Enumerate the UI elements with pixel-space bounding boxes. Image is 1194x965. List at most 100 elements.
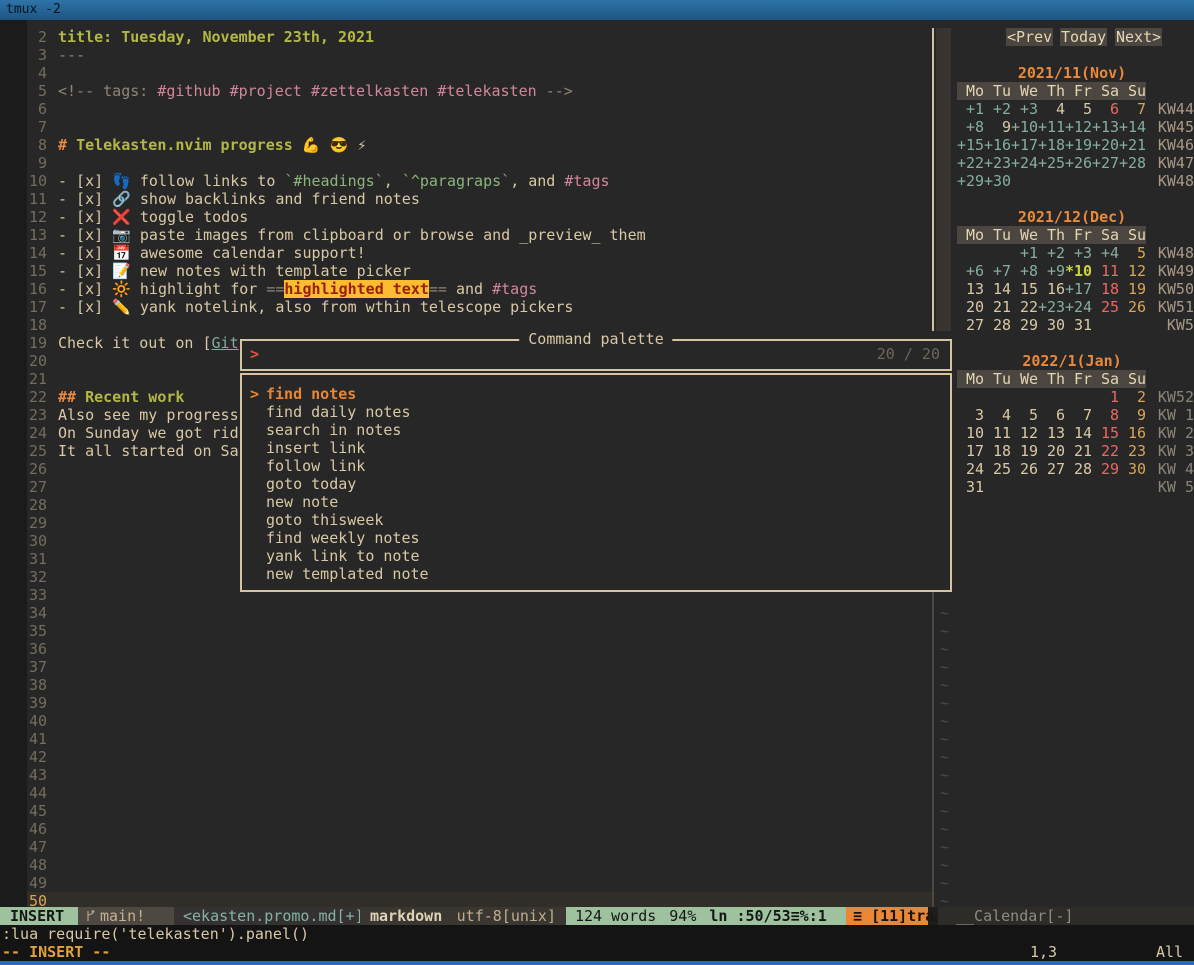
palette-item[interactable]: insert link	[242, 439, 950, 457]
calendar-day[interactable]: 24	[957, 460, 984, 478]
calendar-day[interactable]: +19	[1065, 136, 1092, 154]
calendar-day[interactable]: 31	[957, 478, 984, 496]
today-button[interactable]: Today	[1060, 28, 1107, 46]
calendar-day[interactable]: 18	[984, 442, 1011, 460]
calendar-day[interactable]: 14	[1065, 424, 1092, 442]
editor-line[interactable]: 7	[0, 118, 932, 136]
calendar-day[interactable]: 23	[1119, 442, 1146, 460]
calendar-day[interactable]: +3	[1011, 100, 1038, 118]
palette-item[interactable]: find weekly notes	[242, 529, 950, 547]
editor-line[interactable]: 45	[0, 802, 932, 820]
editor-line[interactable]: 36	[0, 640, 932, 658]
calendar-day[interactable]: 22	[1011, 298, 1038, 316]
palette-item[interactable]: new templated note	[242, 565, 950, 583]
editor-line[interactable]: 16- [x] 🔆 highlight for ==highlighted te…	[0, 280, 932, 298]
palette-item[interactable]: search in notes	[242, 421, 950, 439]
editor-line[interactable]: 43	[0, 766, 932, 784]
calendar-day[interactable]: +12	[1065, 118, 1092, 136]
calendar-day[interactable]: 12	[1119, 262, 1146, 280]
prev-button[interactable]: <Prev	[1006, 28, 1053, 46]
editor-line[interactable]: 13- [x] 📷 paste images from clipboard or…	[0, 226, 932, 244]
palette-item[interactable]: follow link	[242, 457, 950, 475]
editor-line[interactable]: 11- [x] 🔗 show backlinks and friend note…	[0, 190, 932, 208]
editor-line[interactable]: 38	[0, 676, 932, 694]
calendar-day[interactable]: +22	[957, 154, 984, 172]
calendar-day[interactable]: +30	[984, 172, 1011, 190]
editor-line[interactable]: 10- [x] 👣 follow links to `#headings`, `…	[0, 172, 932, 190]
calendar-day[interactable]: +6	[957, 262, 984, 280]
calendar-day[interactable]: 28	[984, 316, 1011, 334]
editor-line[interactable]: 48	[0, 856, 932, 874]
calendar-day[interactable]: *10	[1065, 262, 1092, 280]
palette-item[interactable]: find daily notes	[242, 403, 950, 421]
calendar-day[interactable]: +27	[1092, 154, 1119, 172]
calendar-day[interactable]: 25	[1092, 298, 1119, 316]
calendar-day[interactable]: 18	[1092, 280, 1119, 298]
calendar-day[interactable]: 17	[957, 442, 984, 460]
calendar-day[interactable]: 5	[1065, 100, 1092, 118]
calendar-day[interactable]: +1	[957, 100, 984, 118]
editor-line[interactable]: 44	[0, 784, 932, 802]
calendar-day[interactable]: +14	[1119, 118, 1146, 136]
editor-line[interactable]: 8# Telekasten.nvim progress 💪 😎 ⚡	[0, 136, 932, 154]
calendar-day[interactable]: +26	[1065, 154, 1092, 172]
calendar-day[interactable]: 10	[957, 424, 984, 442]
calendar-day[interactable]: 13	[957, 280, 984, 298]
calendar-day[interactable]: 6	[1038, 406, 1065, 424]
calendar-day[interactable]: +23	[1038, 298, 1065, 316]
next-button[interactable]: Next>	[1115, 28, 1162, 46]
editor-line[interactable]: 15- [x] 📝 new notes with template picker	[0, 262, 932, 280]
calendar-day[interactable]: 4	[984, 406, 1011, 424]
calendar-day[interactable]: 15	[1011, 280, 1038, 298]
calendar-day[interactable]: +29	[957, 172, 984, 190]
calendar-day[interactable]: 25	[984, 460, 1011, 478]
calendar-day[interactable]: 29	[1092, 460, 1119, 478]
calendar-day[interactable]: 22	[1092, 442, 1119, 460]
calendar-day[interactable]: +16	[984, 136, 1011, 154]
calendar-day[interactable]: +13	[1092, 118, 1119, 136]
editor-line[interactable]: 41	[0, 730, 932, 748]
calendar-day[interactable]: 11	[1092, 262, 1119, 280]
editor-line[interactable]: 6	[0, 100, 932, 118]
calendar-day[interactable]: 26	[1119, 298, 1146, 316]
calendar-day[interactable]: 14	[984, 280, 1011, 298]
editor-line[interactable]: 34	[0, 604, 932, 622]
calendar-day[interactable]: 5	[1119, 244, 1146, 262]
editor-line[interactable]: 12- [x] ❌ toggle todos	[0, 208, 932, 226]
editor-line[interactable]: 5<!-- tags: #github #project #zettelkast…	[0, 82, 932, 100]
editor-line[interactable]: 42	[0, 748, 932, 766]
calendar-day[interactable]: 11	[984, 424, 1011, 442]
calendar-day[interactable]: 3	[957, 406, 984, 424]
calendar-day[interactable]: 7	[1119, 100, 1146, 118]
palette-item[interactable]: >find notes	[242, 385, 950, 403]
calendar-day[interactable]: 28	[1065, 460, 1092, 478]
calendar-day[interactable]: 27	[1038, 460, 1065, 478]
calendar-day[interactable]: 20	[957, 298, 984, 316]
calendar-day[interactable]: 12	[1011, 424, 1038, 442]
calendar-day[interactable]: +15	[957, 136, 984, 154]
calendar-day[interactable]: 9	[1119, 406, 1146, 424]
palette-item[interactable]: goto thisweek	[242, 511, 950, 529]
calendar-day[interactable]: +4	[1092, 244, 1119, 262]
calendar-day[interactable]: +24	[1011, 154, 1038, 172]
editor-line[interactable]: 47	[0, 838, 932, 856]
editor-line[interactable]: 37	[0, 658, 932, 676]
calendar-day[interactable]: 1	[1092, 388, 1119, 406]
editor-line[interactable]: 46	[0, 820, 932, 838]
editor-line[interactable]: 17- [x] ✏️ yank notelink, also from wthi…	[0, 298, 932, 316]
calendar-day[interactable]: 4	[1038, 100, 1065, 118]
calendar-day[interactable]: +3	[1065, 244, 1092, 262]
calendar-day[interactable]: +8	[957, 118, 984, 136]
calendar-day[interactable]: 31	[1065, 316, 1092, 334]
calendar-day[interactable]: 6	[1092, 100, 1119, 118]
calendar-day[interactable]: +28	[1119, 154, 1146, 172]
calendar-day[interactable]: +17	[1011, 136, 1038, 154]
calendar-day[interactable]: +8	[1011, 262, 1038, 280]
calendar-day[interactable]: +18	[1038, 136, 1065, 154]
calendar-day[interactable]: 19	[1119, 280, 1146, 298]
calendar-day[interactable]: 2	[1119, 388, 1146, 406]
calendar-day[interactable]: +2	[984, 100, 1011, 118]
calendar-day[interactable]: 8	[1092, 406, 1119, 424]
calendar-day[interactable]: +10	[1011, 118, 1038, 136]
calendar-day[interactable]: 9	[984, 118, 1011, 136]
